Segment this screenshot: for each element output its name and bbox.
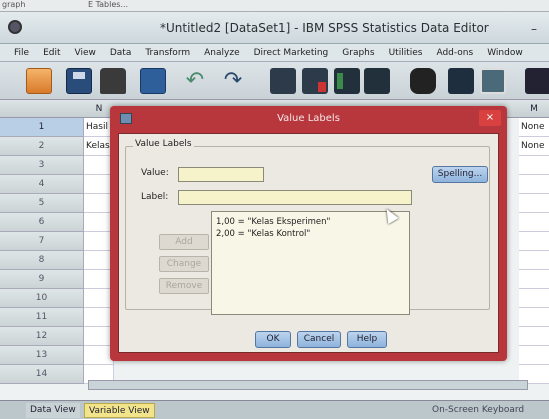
row-number[interactable]: 12 — [0, 327, 84, 346]
bg-tab-tables[interactable]: E Tables... — [88, 0, 128, 9]
value-labels-dialog: Value Labels × Value Labels Value: Label… — [110, 106, 507, 361]
redo-icon[interactable]: ↷ — [220, 68, 246, 94]
binoculars-icon[interactable] — [410, 68, 436, 94]
tab-variable-view[interactable]: Variable View — [84, 403, 155, 418]
list-item[interactable]: 2,00 = "Kelas Kontrol" — [212, 228, 409, 240]
window-title-bar: *Untitled2 [DataSet1] - IBM SPSS Statist… — [0, 12, 549, 44]
dialog-body: Value Labels Value: Label: Spelling... 1… — [118, 133, 499, 353]
background-window-tabs: graph E Tables... — [0, 0, 549, 12]
cancel-button[interactable]: Cancel — [297, 331, 341, 348]
menu-utilities[interactable]: Utilities — [389, 48, 423, 58]
row-number[interactable]: 3 — [0, 156, 84, 175]
row-number[interactable]: 10 — [0, 289, 84, 308]
help-button[interactable]: Help — [347, 331, 387, 348]
menu-transform[interactable]: Transform — [145, 48, 190, 58]
row-number[interactable]: 2 — [0, 137, 84, 156]
missing-cell[interactable] — [519, 308, 549, 327]
horizontal-scrollbar[interactable] — [88, 380, 528, 390]
minimize-button[interactable]: – — [531, 22, 537, 36]
row-number[interactable]: 8 — [0, 251, 84, 270]
row-number[interactable]: 4 — [0, 175, 84, 194]
menu-data[interactable]: Data — [110, 48, 132, 58]
menu-window[interactable]: Window — [487, 48, 523, 58]
goto-case-icon[interactable] — [270, 68, 296, 94]
close-icon[interactable]: × — [479, 110, 501, 126]
menu-direct-marketing[interactable]: Direct Marketing — [254, 48, 329, 58]
label-label: Label: — [141, 192, 169, 202]
row-number[interactable]: 7 — [0, 232, 84, 251]
spss-app-icon — [8, 20, 22, 34]
label-field[interactable] — [178, 190, 412, 205]
menu-analyze[interactable]: Analyze — [204, 48, 239, 58]
spelling-button[interactable]: Spelling... — [432, 166, 488, 183]
window-title: *Untitled2 [DataSet1] - IBM SPSS Statist… — [160, 21, 489, 35]
row-number[interactable]: 14 — [0, 365, 84, 384]
view-tab-bar: Data View Variable View On-Screen Keyboa… — [0, 400, 549, 419]
missing-cell[interactable] — [519, 175, 549, 194]
row-number[interactable]: 11 — [0, 308, 84, 327]
value-label: Value: — [141, 168, 169, 178]
tab-data-view[interactable]: Data View — [26, 403, 80, 418]
missing-cell[interactable] — [519, 251, 549, 270]
menu-edit[interactable]: Edit — [43, 48, 60, 58]
missing-cell[interactable] — [519, 156, 549, 175]
row-number[interactable]: 13 — [0, 346, 84, 365]
missing-cell[interactable]: None — [519, 118, 549, 137]
recall-dialog-icon[interactable] — [140, 68, 166, 94]
toolbar: ↶ ↷ — [0, 62, 549, 100]
value-labels-list[interactable]: 1,00 = "Kelas Eksperimen" 2,00 = "Kelas … — [211, 211, 410, 315]
menu-file[interactable]: File — [14, 48, 29, 58]
missing-cell[interactable] — [519, 194, 549, 213]
missing-cell[interactable] — [519, 232, 549, 251]
missing-cell[interactable] — [519, 213, 549, 232]
menu-bar: File Edit View Data Transform Analyze Di… — [0, 44, 549, 62]
missing-cell[interactable] — [519, 289, 549, 308]
find-icon[interactable] — [364, 68, 390, 94]
screen: graph E Tables... *Untitled2 [DataSet1] … — [0, 0, 549, 419]
missing-cell[interactable] — [519, 346, 549, 365]
undo-icon[interactable]: ↶ — [182, 68, 208, 94]
on-screen-keyboard-label[interactable]: On-Screen Keyboard — [432, 405, 524, 415]
bg-tab-graph[interactable]: graph — [2, 0, 25, 9]
list-item[interactable]: 1,00 = "Kelas Eksperimen" — [212, 216, 409, 228]
menu-graphs[interactable]: Graphs — [342, 48, 374, 58]
add-button[interactable]: Add — [159, 234, 209, 250]
value-field[interactable] — [178, 167, 264, 182]
row-number[interactable]: 6 — [0, 213, 84, 232]
missing-cell[interactable]: None — [519, 137, 549, 156]
split-file-icon[interactable] — [448, 68, 474, 94]
select-cases-icon[interactable] — [525, 68, 549, 94]
row-number[interactable]: 1 — [0, 118, 84, 137]
dialog-title: Value Labels — [277, 113, 340, 124]
goto-variable-icon[interactable] — [302, 68, 328, 94]
weight-cases-icon[interactable] — [480, 68, 506, 94]
row-number[interactable]: 9 — [0, 270, 84, 289]
change-button[interactable]: Change — [159, 256, 209, 272]
variables-icon[interactable] — [334, 68, 360, 94]
menu-view[interactable]: View — [75, 48, 96, 58]
ok-button[interactable]: OK — [255, 331, 291, 348]
open-folder-icon[interactable] — [26, 68, 52, 94]
row-number[interactable]: 5 — [0, 194, 84, 213]
value-labels-group-label: Value Labels — [133, 139, 194, 149]
remove-button[interactable]: Remove — [159, 278, 209, 294]
column-header-missing[interactable]: M — [519, 100, 549, 118]
menu-add-ons[interactable]: Add-ons — [436, 48, 473, 58]
missing-cell[interactable] — [519, 327, 549, 346]
missing-cell[interactable] — [519, 270, 549, 289]
print-icon[interactable] — [100, 68, 126, 94]
save-icon[interactable] — [66, 68, 92, 94]
